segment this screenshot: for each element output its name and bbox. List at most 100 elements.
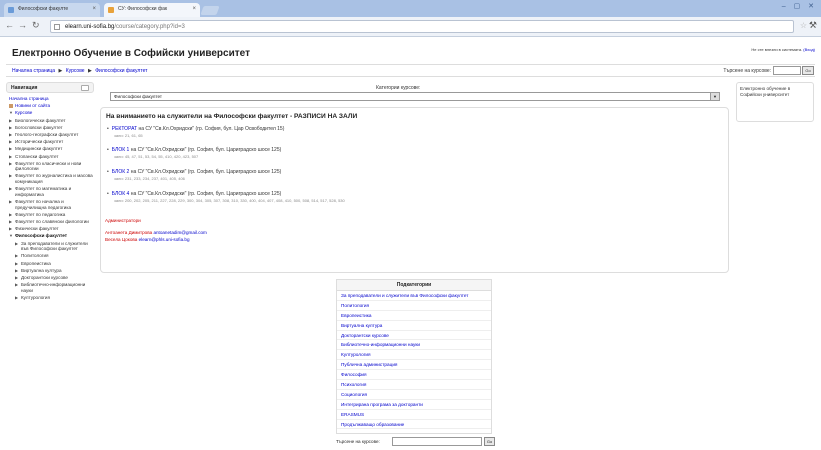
building-address: на СУ "Св.Кл.Охридски" (гр. София, бул. … <box>129 169 282 175</box>
collapse-arrow-icon[interactable]: ▼ <box>9 233 13 239</box>
back-icon[interactable]: ← <box>5 20 14 30</box>
nav-item[interactable]: ▶ Виртуална култура <box>15 268 94 274</box>
nav-item-label: За преподаватели и служители във Философ… <box>21 240 88 252</box>
building-link[interactable]: БЛОК 2 <box>112 169 130 175</box>
expand-arrow-icon[interactable]: ▶ <box>9 146 12 152</box>
nav-item[interactable]: ▶ Политология <box>15 253 94 259</box>
expand-arrow-icon[interactable]: ▶ <box>9 212 12 218</box>
nav-item[interactable]: Новини от сайта <box>9 103 94 109</box>
expand-arrow-icon[interactable]: ▶ <box>9 161 12 167</box>
forward-icon[interactable]: → <box>18 20 27 30</box>
right-info-block: Електронно обучение в Софийски университ… <box>736 82 814 122</box>
bookmark-star-icon[interactable]: ☆ <box>800 21 807 30</box>
expand-arrow-icon[interactable]: ▶ <box>9 132 12 138</box>
building-block-1: • БЛОК 1 на СУ "Св.Кл.Охридски" (гр. Софи… <box>107 147 281 159</box>
nav-item[interactable]: ▶ Докторантски курсове <box>15 275 94 281</box>
expand-arrow-icon[interactable]: ▶ <box>9 226 12 232</box>
expand-arrow-icon[interactable]: ▶ <box>9 118 12 124</box>
expand-arrow-icon[interactable]: ▶ <box>9 139 12 145</box>
nav-item[interactable]: ▶ Физически факултет <box>9 226 94 232</box>
category-select[interactable]: Философски факултет ▼ <box>110 92 720 101</box>
nav-item[interactable]: ▶ Богословски факултет <box>9 125 94 131</box>
breadcrumb-courses[interactable]: Курсове <box>66 68 85 74</box>
subcategories-list: За преподаватели и служители във Философ… <box>337 291 491 430</box>
building-link[interactable]: БЛОК 4 <box>112 191 130 197</box>
new-tab-button[interactable] <box>200 6 220 15</box>
window-controls[interactable]: – ▢ ✕ <box>782 2 817 10</box>
nav-item[interactable]: ▶ Биологически факултет <box>9 118 94 124</box>
expand-arrow-icon[interactable]: ▶ <box>15 253 18 259</box>
subcategory-link[interactable]: Виртуална култура <box>337 321 491 331</box>
bottom-search-go-button[interactable]: Go <box>484 437 495 446</box>
contact-email[interactable]: antoanetadim@gmail.com <box>153 230 206 235</box>
subcategory-link[interactable]: Социология <box>337 390 491 400</box>
expand-arrow-icon[interactable]: ▶ <box>9 186 12 192</box>
nav-item[interactable]: ▶ За преподаватели и служители във Филосо… <box>15 241 94 252</box>
navigation-title: Навигация <box>11 85 38 91</box>
subcategory-link[interactable]: Интегрирана програма за докторанти <box>337 400 491 410</box>
expand-arrow-icon[interactable]: ▶ <box>9 219 12 225</box>
nav-item-label: Новини от сайта <box>15 103 51 109</box>
browser-tab-2[interactable]: СУ: Философски фак × <box>104 3 200 17</box>
breadcrumb-faculty[interactable]: Философски факултет <box>95 68 147 74</box>
login-link[interactable]: (Вход) <box>803 47 815 52</box>
nav-item[interactable]: ▶ Факултет по журналистика и масова комун… <box>9 173 94 184</box>
nav-item[interactable]: ▶ Факултет по славянски филологии <box>9 219 94 225</box>
expand-arrow-icon[interactable]: ▶ <box>15 241 18 247</box>
building-link[interactable]: БЛОК 1 <box>112 147 130 153</box>
subcategory-link[interactable]: Философия <box>337 370 491 381</box>
subcategory-link[interactable]: Културология <box>337 350 491 361</box>
expand-arrow-icon[interactable]: ▶ <box>15 261 18 267</box>
nav-item[interactable]: ▶ Стопански факултет <box>9 154 94 160</box>
chevron-down-icon[interactable]: ▼ <box>710 93 719 100</box>
subcategory-link[interactable]: ERASMUS <box>337 410 491 420</box>
address-bar[interactable]: elearn.uni-sofia.bg/course/category.php?… <box>50 20 794 33</box>
nav-item[interactable]: ▶ Културология <box>15 295 94 301</box>
subcategory-link[interactable]: Публична администрация <box>337 360 491 371</box>
tab-label: СУ: Философски фак <box>118 6 168 12</box>
nav-item[interactable]: ▶ Факултет по начална и предучилищна педа… <box>9 199 94 210</box>
wrench-icon[interactable]: ⚒ <box>809 20 817 31</box>
nav-item[interactable]: ▶ Факултет по класически и нови филологии <box>9 161 94 172</box>
nav-item[interactable]: ▶ Исторически факултет <box>9 139 94 145</box>
reload-icon[interactable]: ↻ <box>32 20 40 31</box>
bottom-course-search: Търсене на курсове: Go <box>336 437 496 447</box>
nav-item[interactable]: ▶ Геолого-географски факултет <box>9 132 94 138</box>
subcategory-link[interactable]: Психология <box>337 380 491 390</box>
nav-item[interactable]: Начална страница <box>9 96 94 102</box>
expand-arrow-icon[interactable]: ▶ <box>15 282 18 288</box>
block-toggle-icon[interactable] <box>81 85 89 91</box>
expand-arrow-icon[interactable]: ▶ <box>15 295 18 301</box>
subcategory-link[interactable]: Продължаващо образование <box>337 420 491 430</box>
expand-arrow-icon[interactable]: ▶ <box>15 275 18 281</box>
breadcrumb-home[interactable]: Начална страница <box>12 68 55 74</box>
subcategory-link[interactable]: За преподаватели и служители във Философ… <box>337 291 491 301</box>
collapse-arrow-icon[interactable]: ▼ <box>9 110 13 116</box>
top-search-go-button[interactable]: Go <box>802 66 814 75</box>
expand-arrow-icon[interactable]: ▶ <box>9 173 12 179</box>
nav-item[interactable]: ▶ Европеистика <box>15 261 94 267</box>
top-search-input[interactable] <box>773 66 801 75</box>
expand-arrow-icon[interactable]: ▶ <box>9 125 12 131</box>
close-tab-icon[interactable]: × <box>192 3 196 16</box>
building-link[interactable]: РЕКТОРАТ <box>112 126 137 132</box>
nav-item-label: Стопански факултет <box>15 153 59 159</box>
subcategory-link[interactable]: Европеистика <box>337 311 491 321</box>
favicon-icon <box>108 7 114 13</box>
nav-item[interactable]: ▼ Курсове <box>9 110 94 116</box>
subcategory-link[interactable]: Докторантски курсове <box>337 331 491 341</box>
browser-tab-1[interactable]: Философски факулте × <box>4 3 100 17</box>
nav-item[interactable]: ▶ Факултет по педагогика <box>9 212 94 218</box>
expand-arrow-icon[interactable]: ▶ <box>15 268 18 274</box>
close-tab-icon[interactable]: × <box>92 3 96 16</box>
nav-item[interactable]: ▶ Библиотечно-информационни науки <box>15 282 94 293</box>
expand-arrow-icon[interactable]: ▶ <box>9 199 12 205</box>
expand-arrow-icon[interactable]: ▶ <box>9 154 12 160</box>
subcategory-link[interactable]: Библиотечно-информационни науки <box>337 340 491 351</box>
contact-email[interactable]: elearn@phls.uni-sofia.bg <box>139 237 190 242</box>
nav-item[interactable]: ▶ Медицински факултет <box>9 146 94 152</box>
nav-item[interactable]: ▶ Факултет по математика и информатика <box>9 186 94 197</box>
subcategory-link[interactable]: Политология <box>337 301 491 311</box>
nav-item[interactable]: ▼ Философски факултет <box>9 233 94 239</box>
bottom-search-input[interactable] <box>392 437 482 446</box>
